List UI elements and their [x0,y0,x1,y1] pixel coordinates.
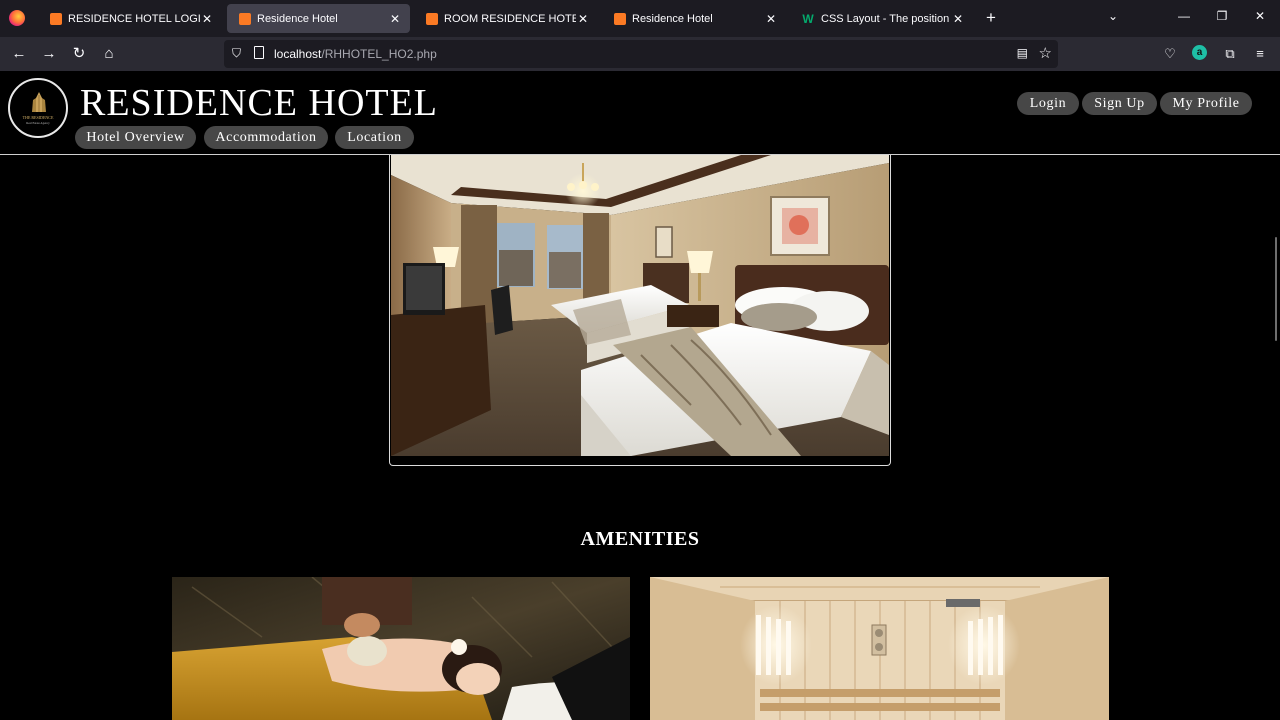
close-icon[interactable]: ✕ [764,12,778,26]
xampp-icon [239,12,251,25]
nav-accommodation[interactable]: Accommodation [204,126,328,149]
tab-title: RESIDENCE HOTEL LOGIN [68,12,200,25]
extensions-icon[interactable]: ⧉ [1221,45,1239,63]
tab-title: Residence Hotel [632,12,713,25]
logo-text: THE RESIDENCE [22,115,54,120]
firefox-icon[interactable] [9,10,25,26]
sauna-room-image [650,577,1109,720]
xampp-icon [50,12,62,25]
browser-nav-bar: ← → ↻ ⌂ ⛉ localhost/RHHOTEL_HO2.php ▤ ☆ … [0,37,1280,71]
new-tab-icon[interactable]: + [982,9,1000,27]
tab-residence-hotel[interactable]: Residence Hotel ✕ [602,4,786,33]
nav-hotel-overview[interactable]: Hotel Overview [75,126,196,149]
list-all-tabs-icon[interactable]: ⌄ [1108,9,1118,23]
restore-icon[interactable]: ❐ [1214,9,1230,23]
tab-residence-hotel-login[interactable]: RESIDENCE HOTEL LOGIN ✕ [38,4,222,33]
hotel-logo[interactable]: THE RESIDENCE Real Estate Agency [8,78,68,138]
close-icon[interactable]: ✕ [200,12,214,26]
window-close-icon[interactable]: ✕ [1252,9,1268,23]
bookmark-star-icon[interactable]: ☆ [1039,44,1052,62]
my-profile-button[interactable]: My Profile [1160,92,1252,115]
forward-icon[interactable]: → [40,45,58,63]
browser-tab-bar: RESIDENCE HOTEL LOGIN ✕ Residence Hotel … [0,0,1280,37]
tab-title: Residence Hotel [257,12,338,25]
close-icon[interactable]: ✕ [388,12,402,26]
back-icon[interactable]: ← [10,45,28,63]
nav-location[interactable]: Location [335,126,414,149]
spa-massage-image [172,577,630,720]
home-icon[interactable]: ⌂ [100,45,118,63]
pocket-icon[interactable]: ♡ [1161,45,1179,63]
url-path: /RHHOTEL_HO2.php [321,47,437,61]
page-scrollbar[interactable] [1275,237,1277,341]
sign-up-button[interactable]: Sign Up [1082,92,1157,115]
login-button[interactable]: Login [1017,92,1079,115]
tab-title: CSS Layout - The position Property [821,12,951,25]
url-text[interactable]: localhost/RHHOTEL_HO2.php [274,47,437,61]
tower-icon [32,92,46,112]
xampp-icon [426,12,438,25]
room-photo-card [389,155,891,466]
xampp-icon [614,12,626,25]
site-header: THE RESIDENCE Real Estate Agency RESIDEN… [0,71,1280,155]
amenities-heading: AMENITIES [580,528,700,550]
tab-css-layout[interactable]: W CSS Layout - The position Property ✕ [789,4,973,33]
close-icon[interactable]: ✕ [951,12,965,26]
account-avatar[interactable]: a [1192,45,1207,60]
close-icon[interactable]: ✕ [576,12,590,26]
tab-room-residence-hotel[interactable]: ROOM RESIDENCE HOTEL ✕ [414,4,598,33]
page-title: RESIDENCE HOTEL [80,82,439,124]
hotel-room-image [391,155,889,456]
url-host: localhost [274,47,322,61]
logo-subtext: Real Estate Agency [26,121,50,125]
minimize-icon[interactable]: — [1176,9,1192,23]
w3schools-icon: W [802,11,814,26]
sauna-amenity-card [650,577,1109,720]
reload-icon[interactable]: ↻ [70,45,88,63]
tab-residence-hotel-active[interactable]: Residence Hotel ✕ [227,4,410,33]
tab-title: ROOM RESIDENCE HOTEL [444,12,576,25]
reader-view-icon[interactable]: ▤ [1017,46,1028,60]
url-bar[interactable]: ⛉ localhost/RHHOTEL_HO2.php ▤ ☆ [224,40,1058,68]
tracking-shield-icon[interactable]: ⛉ [232,46,241,61]
page-info-icon[interactable] [254,46,264,59]
menu-icon[interactable]: ≡ [1251,45,1269,63]
spa-amenity-card [172,577,630,720]
